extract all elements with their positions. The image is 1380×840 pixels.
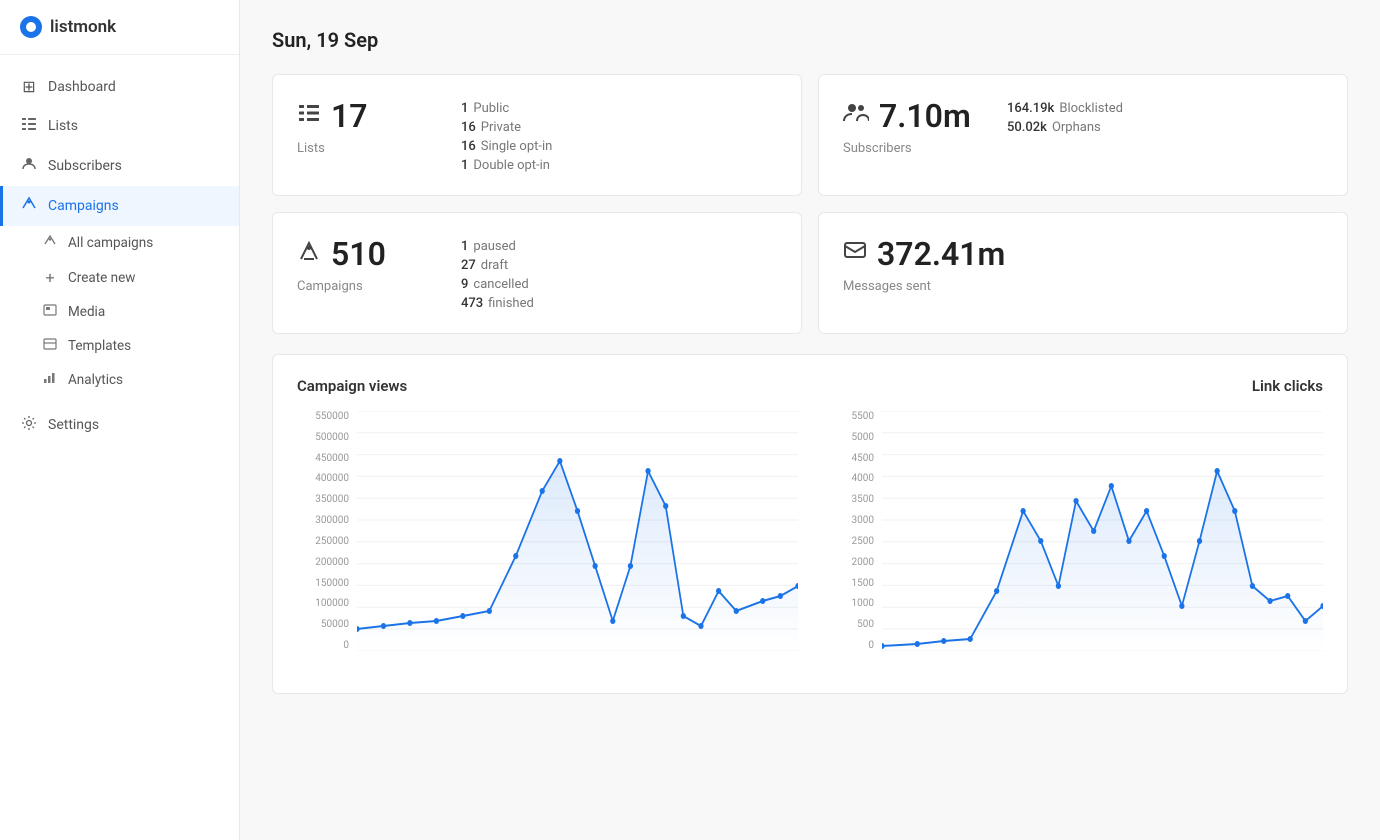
sidebar-item-lists-label: Lists bbox=[48, 118, 78, 134]
settings-icon bbox=[20, 415, 38, 435]
nav-items: ⊞ Dashboard Lists Subscribers Campaigns bbox=[0, 55, 239, 840]
lists-doubleopt-label: Double opt-in bbox=[473, 158, 550, 173]
lists-private-num: 16 bbox=[461, 120, 476, 135]
page-date: Sun, 19 Sep bbox=[272, 28, 1348, 52]
subscribers-blocklisted-label: Blocklisted bbox=[1059, 101, 1123, 116]
stat-subscribers-details: 164.19k Blocklisted 50.02k Orphans bbox=[1007, 97, 1123, 135]
lists-singleopt-label: Single opt-in bbox=[481, 139, 553, 154]
sidebar-item-create-new[interactable]: + Create new bbox=[0, 260, 239, 295]
campaigns-cancelled-label: cancelled bbox=[473, 277, 528, 292]
messages-stat-icon bbox=[843, 239, 867, 269]
sidebar-item-analytics[interactable]: Analytics bbox=[0, 363, 239, 397]
sidebar-item-settings[interactable]: Settings bbox=[0, 405, 239, 445]
clicks-chart-title: Link clicks bbox=[1252, 377, 1323, 395]
sidebar-item-all-campaigns-label: All campaigns bbox=[68, 235, 153, 251]
campaigns-stat-icon bbox=[297, 239, 321, 269]
stat-subscribers-main: 7.10m Subscribers bbox=[843, 97, 983, 156]
dashboard-icon: ⊞ bbox=[20, 77, 38, 96]
campaigns-cancelled-num: 9 bbox=[461, 277, 468, 292]
views-y-axis: 550000500000450000400000 350000300000250… bbox=[297, 411, 357, 651]
lists-icon bbox=[20, 116, 38, 136]
stat-card-subscribers: 7.10m Subscribers 164.19k Blocklisted 50.… bbox=[818, 74, 1348, 196]
views-chart-title: Campaign views bbox=[297, 377, 407, 395]
subscribers-stat-icon bbox=[843, 101, 869, 131]
campaigns-draft-num: 27 bbox=[461, 258, 476, 273]
logo-icon bbox=[20, 16, 42, 38]
lists-doubleopt-num: 1 bbox=[461, 158, 468, 173]
sidebar-item-all-campaigns[interactable]: All campaigns bbox=[0, 226, 239, 260]
stat-campaigns-details: 1 paused 27 draft 9 cancelled 473 finished bbox=[461, 235, 534, 311]
clicks-y-axis: 5500500045004000 3500300025002000 150010… bbox=[822, 411, 882, 651]
sidebar-item-subscribers-label: Subscribers bbox=[48, 158, 122, 174]
lists-public-num: 1 bbox=[461, 101, 468, 116]
views-chart-canvas bbox=[357, 411, 798, 651]
campaigns-finished-label: finished bbox=[488, 296, 534, 311]
charts-header: Campaign views Link clicks bbox=[297, 377, 1323, 395]
templates-icon bbox=[42, 337, 58, 355]
media-icon bbox=[42, 303, 58, 321]
sidebar-item-dashboard[interactable]: ⊞ Dashboard bbox=[0, 67, 239, 106]
lists-singleopt-num: 16 bbox=[461, 139, 476, 154]
sidebar-item-media-label: Media bbox=[68, 304, 105, 320]
sidebar: listmonk ⊞ Dashboard Lists Subscribers bbox=[0, 0, 240, 840]
stat-campaigns-number: 510 bbox=[331, 235, 386, 273]
logo[interactable]: listmonk bbox=[0, 0, 239, 55]
campaigns-sub-items: All campaigns + Create new Media Templat… bbox=[0, 226, 239, 397]
campaigns-finished-num: 473 bbox=[461, 296, 483, 311]
stat-campaigns-value-row: 510 bbox=[297, 235, 437, 273]
stat-lists-number: 17 bbox=[331, 97, 368, 135]
sidebar-item-campaigns-label: Campaigns bbox=[48, 198, 119, 214]
views-chart: 550000500000450000400000 350000300000250… bbox=[297, 411, 798, 671]
lists-private-label: Private bbox=[481, 120, 521, 135]
stat-subscribers-label: Subscribers bbox=[843, 141, 983, 156]
create-new-icon: + bbox=[42, 268, 58, 287]
subscribers-blocklisted-num: 164.19k bbox=[1007, 101, 1054, 116]
stat-lists-main: 17 Lists bbox=[297, 97, 437, 156]
all-campaigns-icon bbox=[42, 234, 58, 252]
sidebar-item-templates-label: Templates bbox=[68, 338, 131, 354]
sidebar-item-dashboard-label: Dashboard bbox=[48, 79, 116, 95]
stat-card-campaigns: 510 Campaigns 1 paused 27 draft 9 cancelled… bbox=[272, 212, 802, 334]
stat-messages-number: 372.41m bbox=[877, 235, 1005, 273]
sidebar-item-settings-label: Settings bbox=[48, 417, 99, 433]
charts-container: 550000500000450000400000 350000300000250… bbox=[297, 411, 1323, 671]
clicks-chart-canvas bbox=[882, 411, 1323, 651]
sidebar-item-lists[interactable]: Lists bbox=[0, 106, 239, 146]
sidebar-item-templates[interactable]: Templates bbox=[0, 329, 239, 363]
lists-stat-icon bbox=[297, 101, 321, 131]
stat-lists-value-row: 17 bbox=[297, 97, 437, 135]
clicks-chart: 5500500045004000 3500300025002000 150010… bbox=[822, 411, 1323, 671]
stat-card-messages: 372.41m Messages sent bbox=[818, 212, 1348, 334]
stat-messages-main: 372.41m Messages sent bbox=[843, 235, 1005, 294]
campaigns-paused-label: paused bbox=[473, 239, 515, 254]
sidebar-item-create-new-label: Create new bbox=[68, 270, 135, 286]
subscribers-icon bbox=[20, 156, 38, 176]
main-content: Sun, 19 Sep 17 Lists 1 Public 16 Private 1… bbox=[240, 0, 1380, 840]
campaigns-draft-label: draft bbox=[481, 258, 508, 273]
subscribers-orphans-label: Orphans bbox=[1052, 120, 1101, 135]
stat-messages-label: Messages sent bbox=[843, 279, 1005, 294]
stat-lists-details: 1 Public 16 Private 16 Single opt-in 1 Doubl… bbox=[461, 97, 552, 173]
stat-card-lists: 17 Lists 1 Public 16 Private 16 Single opt-… bbox=[272, 74, 802, 196]
campaigns-paused-num: 1 bbox=[461, 239, 468, 254]
sidebar-item-media[interactable]: Media bbox=[0, 295, 239, 329]
stat-messages-value-row: 372.41m bbox=[843, 235, 1005, 273]
stat-lists-label: Lists bbox=[297, 141, 437, 156]
stat-campaigns-label: Campaigns bbox=[297, 279, 437, 294]
analytics-icon bbox=[42, 371, 58, 389]
charts-section: Campaign views Link clicks 5500005000004… bbox=[272, 354, 1348, 694]
logo-text: listmonk bbox=[50, 17, 116, 37]
stat-subscribers-value-row: 7.10m bbox=[843, 97, 983, 135]
stat-subscribers-number: 7.10m bbox=[879, 97, 971, 135]
sidebar-item-subscribers[interactable]: Subscribers bbox=[0, 146, 239, 186]
sidebar-item-campaigns[interactable]: Campaigns bbox=[0, 186, 239, 226]
subscribers-orphans-num: 50.02k bbox=[1007, 120, 1047, 135]
stats-grid: 17 Lists 1 Public 16 Private 16 Single opt-… bbox=[272, 74, 1348, 334]
lists-public-label: Public bbox=[473, 101, 509, 116]
sidebar-item-analytics-label: Analytics bbox=[68, 372, 123, 388]
stat-campaigns-main: 510 Campaigns bbox=[297, 235, 437, 294]
campaigns-icon bbox=[20, 196, 38, 216]
